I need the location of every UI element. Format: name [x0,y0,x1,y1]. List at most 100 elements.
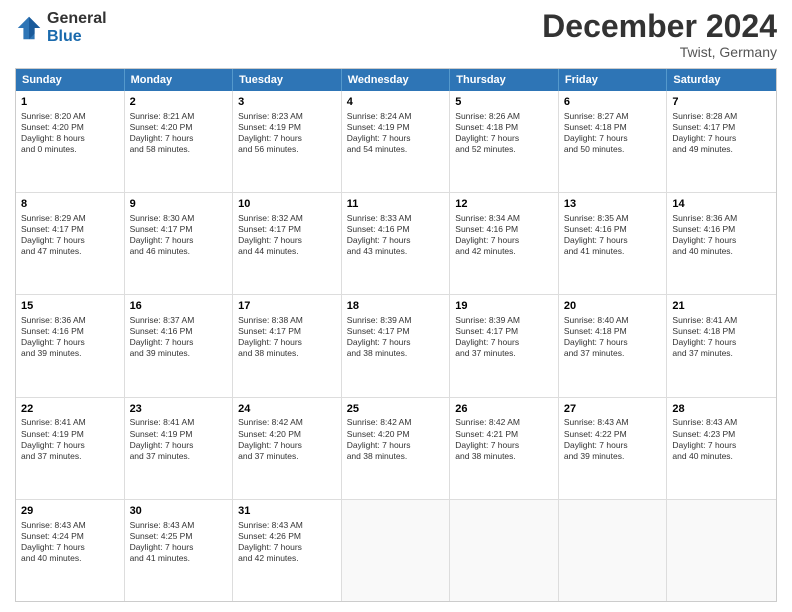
cell-content: Sunrise: 8:43 AMSunset: 4:26 PMDaylight:… [238,520,336,564]
header-saturday: Saturday [667,69,776,91]
header-friday: Friday [559,69,668,91]
day-number: 10 [238,197,336,212]
cell-content: Sunrise: 8:42 AMSunset: 4:20 PMDaylight:… [347,417,445,461]
header-thursday: Thursday [450,69,559,91]
day-number: 21 [672,299,771,314]
day-number: 24 [238,402,336,417]
cell-content: Sunrise: 8:43 AMSunset: 4:22 PMDaylight:… [564,417,662,461]
cell-dec-1: 1 Sunrise: 8:20 AMSunset: 4:20 PMDayligh… [16,91,125,192]
day-number: 9 [130,197,228,212]
cell-dec-28: 28 Sunrise: 8:43 AMSunset: 4:23 PMDaylig… [667,398,776,499]
cell-dec-16: 16 Sunrise: 8:37 AMSunset: 4:16 PMDaylig… [125,295,234,396]
cell-dec-4: 4 Sunrise: 8:24 AMSunset: 4:19 PMDayligh… [342,91,451,192]
cell-content: Sunrise: 8:42 AMSunset: 4:21 PMDaylight:… [455,417,553,461]
month-title: December 2024 [542,10,777,42]
cell-content: Sunrise: 8:24 AMSunset: 4:19 PMDaylight:… [347,111,445,155]
day-number: 25 [347,402,445,417]
cell-content: Sunrise: 8:38 AMSunset: 4:17 PMDaylight:… [238,315,336,359]
day-number: 12 [455,197,553,212]
day-number: 30 [130,504,228,519]
calendar-body: 1 Sunrise: 8:20 AMSunset: 4:20 PMDayligh… [16,91,776,601]
page: General Blue December 2024 Twist, German… [0,0,792,612]
week-row-1: 1 Sunrise: 8:20 AMSunset: 4:20 PMDayligh… [16,91,776,193]
cell-content: Sunrise: 8:32 AMSunset: 4:17 PMDaylight:… [238,213,336,257]
cell-empty-1 [342,500,451,601]
cell-content: Sunrise: 8:39 AMSunset: 4:17 PMDaylight:… [347,315,445,359]
cell-content: Sunrise: 8:35 AMSunset: 4:16 PMDaylight:… [564,213,662,257]
logo-text: General Blue [47,10,107,45]
week-row-3: 15 Sunrise: 8:36 AMSunset: 4:16 PMDaylig… [16,295,776,397]
cell-dec-11: 11 Sunrise: 8:33 AMSunset: 4:16 PMDaylig… [342,193,451,294]
cell-empty-2 [450,500,559,601]
cell-dec-30: 30 Sunrise: 8:43 AMSunset: 4:25 PMDaylig… [125,500,234,601]
cell-dec-12: 12 Sunrise: 8:34 AMSunset: 4:16 PMDaylig… [450,193,559,294]
header-tuesday: Tuesday [233,69,342,91]
cell-dec-20: 20 Sunrise: 8:40 AMSunset: 4:18 PMDaylig… [559,295,668,396]
week-row-4: 22 Sunrise: 8:41 AMSunset: 4:19 PMDaylig… [16,398,776,500]
day-number: 7 [672,95,771,110]
cell-dec-15: 15 Sunrise: 8:36 AMSunset: 4:16 PMDaylig… [16,295,125,396]
cell-content: Sunrise: 8:41 AMSunset: 4:19 PMDaylight:… [130,417,228,461]
cell-dec-26: 26 Sunrise: 8:42 AMSunset: 4:21 PMDaylig… [450,398,559,499]
cell-dec-29: 29 Sunrise: 8:43 AMSunset: 4:24 PMDaylig… [16,500,125,601]
cell-content: Sunrise: 8:33 AMSunset: 4:16 PMDaylight:… [347,213,445,257]
cell-content: Sunrise: 8:41 AMSunset: 4:19 PMDaylight:… [21,417,119,461]
day-number: 3 [238,95,336,110]
cell-content: Sunrise: 8:27 AMSunset: 4:18 PMDaylight:… [564,111,662,155]
day-number: 28 [672,402,771,417]
day-number: 15 [21,299,119,314]
day-number: 26 [455,402,553,417]
logo-blue-text: Blue [47,28,82,45]
day-number: 16 [130,299,228,314]
cell-dec-21: 21 Sunrise: 8:41 AMSunset: 4:18 PMDaylig… [667,295,776,396]
day-number: 11 [347,197,445,212]
cell-empty-4 [667,500,776,601]
cell-dec-5: 5 Sunrise: 8:26 AMSunset: 4:18 PMDayligh… [450,91,559,192]
day-number: 29 [21,504,119,519]
location-subtitle: Twist, Germany [542,44,777,60]
week-row-2: 8 Sunrise: 8:29 AMSunset: 4:17 PMDayligh… [16,193,776,295]
day-number: 6 [564,95,662,110]
logo-general-text: General [47,10,107,27]
day-number: 27 [564,402,662,417]
calendar-header: Sunday Monday Tuesday Wednesday Thursday… [16,69,776,91]
header-sunday: Sunday [16,69,125,91]
title-area: December 2024 Twist, Germany [542,10,777,60]
cell-dec-19: 19 Sunrise: 8:39 AMSunset: 4:17 PMDaylig… [450,295,559,396]
cell-content: Sunrise: 8:43 AMSunset: 4:24 PMDaylight:… [21,520,119,564]
day-number: 4 [347,95,445,110]
cell-content: Sunrise: 8:36 AMSunset: 4:16 PMDaylight:… [672,213,771,257]
calendar: Sunday Monday Tuesday Wednesday Thursday… [15,68,777,602]
day-number: 13 [564,197,662,212]
cell-dec-23: 23 Sunrise: 8:41 AMSunset: 4:19 PMDaylig… [125,398,234,499]
cell-content: Sunrise: 8:43 AMSunset: 4:25 PMDaylight:… [130,520,228,564]
cell-dec-9: 9 Sunrise: 8:30 AMSunset: 4:17 PMDayligh… [125,193,234,294]
header-wednesday: Wednesday [342,69,451,91]
week-row-5: 29 Sunrise: 8:43 AMSunset: 4:24 PMDaylig… [16,500,776,601]
cell-content: Sunrise: 8:40 AMSunset: 4:18 PMDaylight:… [564,315,662,359]
cell-content: Sunrise: 8:41 AMSunset: 4:18 PMDaylight:… [672,315,771,359]
cell-content: Sunrise: 8:39 AMSunset: 4:17 PMDaylight:… [455,315,553,359]
cell-dec-17: 17 Sunrise: 8:38 AMSunset: 4:17 PMDaylig… [233,295,342,396]
cell-content: Sunrise: 8:29 AMSunset: 4:17 PMDaylight:… [21,213,119,257]
day-number: 19 [455,299,553,314]
day-number: 17 [238,299,336,314]
cell-dec-22: 22 Sunrise: 8:41 AMSunset: 4:19 PMDaylig… [16,398,125,499]
cell-content: Sunrise: 8:21 AMSunset: 4:20 PMDaylight:… [130,111,228,155]
cell-dec-14: 14 Sunrise: 8:36 AMSunset: 4:16 PMDaylig… [667,193,776,294]
cell-dec-24: 24 Sunrise: 8:42 AMSunset: 4:20 PMDaylig… [233,398,342,499]
day-number: 1 [21,95,119,110]
cell-dec-10: 10 Sunrise: 8:32 AMSunset: 4:17 PMDaylig… [233,193,342,294]
cell-content: Sunrise: 8:28 AMSunset: 4:17 PMDaylight:… [672,111,771,155]
cell-dec-25: 25 Sunrise: 8:42 AMSunset: 4:20 PMDaylig… [342,398,451,499]
logo: General Blue [15,10,107,45]
cell-content: Sunrise: 8:36 AMSunset: 4:16 PMDaylight:… [21,315,119,359]
cell-content: Sunrise: 8:43 AMSunset: 4:23 PMDaylight:… [672,417,771,461]
cell-dec-13: 13 Sunrise: 8:35 AMSunset: 4:16 PMDaylig… [559,193,668,294]
day-number: 8 [21,197,119,212]
cell-dec-18: 18 Sunrise: 8:39 AMSunset: 4:17 PMDaylig… [342,295,451,396]
cell-dec-3: 3 Sunrise: 8:23 AMSunset: 4:19 PMDayligh… [233,91,342,192]
cell-dec-8: 8 Sunrise: 8:29 AMSunset: 4:17 PMDayligh… [16,193,125,294]
cell-dec-7: 7 Sunrise: 8:28 AMSunset: 4:17 PMDayligh… [667,91,776,192]
day-number: 22 [21,402,119,417]
